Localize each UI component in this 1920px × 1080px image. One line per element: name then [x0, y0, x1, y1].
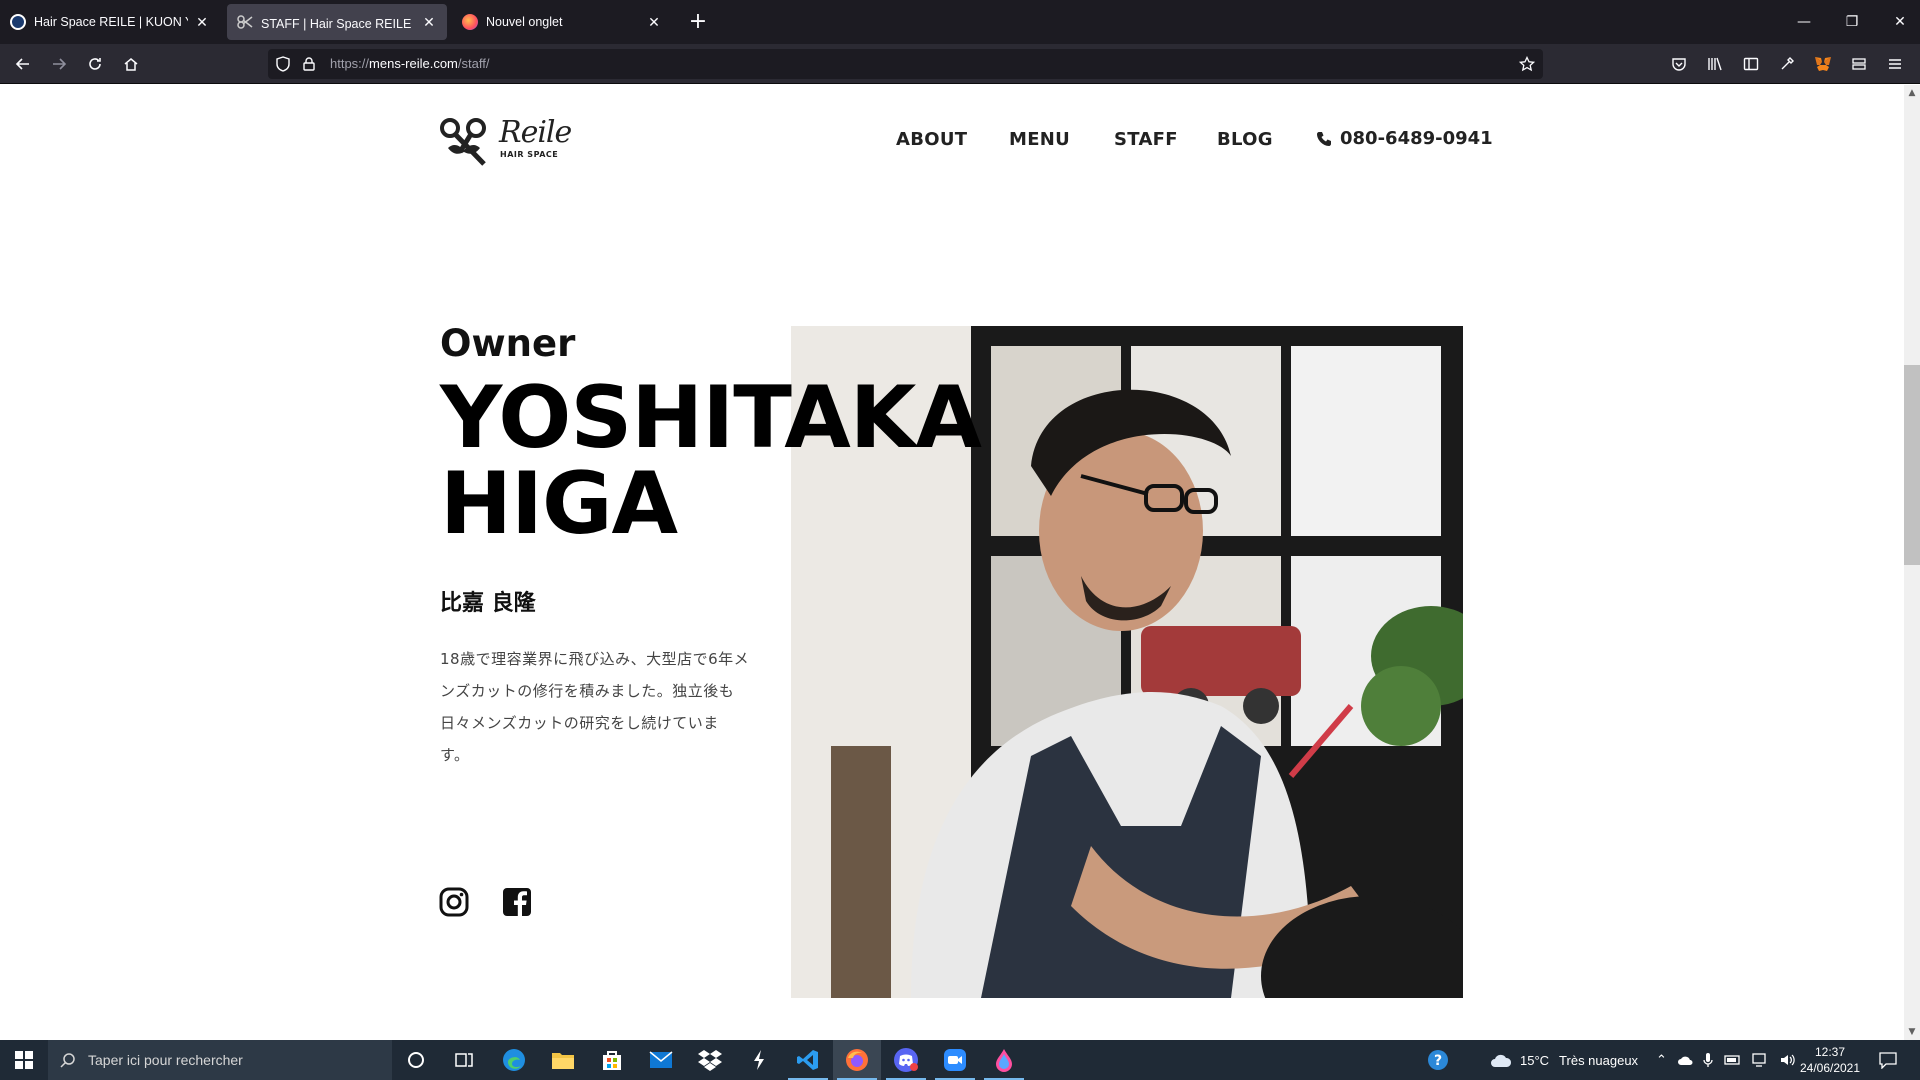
clock-date: 24/06/2021: [1799, 1061, 1861, 1075]
logo-wordmark[interactable]: Reile: [499, 115, 572, 150]
url-path: /staff/: [457, 56, 490, 71]
svg-text:?: ?: [1434, 1053, 1442, 1069]
staff-bio: 18歳で理容業界に飛び込み、大型店で6年メ ンズカットの修行を積みました。独立後…: [440, 643, 760, 771]
help-icon[interactable]: ?: [1414, 1040, 1462, 1080]
nav-menu[interactable]: MENU: [1009, 129, 1070, 150]
phone-link[interactable]: 080-6489-0941: [1316, 128, 1493, 149]
bio-line: ンズカットの修行を積みました。独立後も: [440, 682, 735, 700]
firefox-taskbar-icon[interactable]: [833, 1040, 881, 1080]
nav-staff[interactable]: STAFF: [1114, 129, 1178, 150]
bookmark-star-icon[interactable]: [1518, 55, 1536, 73]
cloud-icon: [1491, 1054, 1512, 1067]
battery-icon[interactable]: [1723, 1054, 1742, 1066]
close-tab-icon[interactable]: ✕: [421, 14, 437, 31]
volume-icon[interactable]: [1780, 1053, 1796, 1067]
url-scheme: https://: [330, 56, 370, 71]
chevron-up-icon[interactable]: ⌃: [1656, 1052, 1667, 1068]
close-window-button[interactable]: ✕: [1876, 0, 1920, 44]
tab-title: STAFF | Hair Space REILE - ヘア: [261, 16, 415, 31]
bio-line: 18歳で理容業界に飛び込み、大型店で6年メ: [440, 650, 750, 668]
start-button[interactable]: [0, 1040, 48, 1080]
dropbox-icon[interactable]: [686, 1040, 734, 1080]
nav-blog[interactable]: BLOG: [1217, 129, 1273, 150]
weather-widget[interactable]: 15°C Très nuageux: [1490, 1040, 1638, 1080]
scroll-down-arrow-icon[interactable]: ▼: [1904, 1024, 1920, 1040]
url-text[interactable]: https://mens-reile.com/staff/: [330, 56, 489, 71]
tab-staff[interactable]: STAFF | Hair Space REILE - ヘア ✕: [227, 4, 447, 40]
minimize-button[interactable]: —: [1780, 0, 1828, 44]
nav-about[interactable]: ABOUT: [896, 129, 967, 150]
search-icon: [60, 1053, 75, 1068]
file-explorer-icon[interactable]: [539, 1040, 587, 1080]
windows-taskbar: Taper ici pour rechercher ? 15°C Très nu…: [0, 1040, 1920, 1080]
weather-temperature: 15°C: [1520, 1052, 1550, 1068]
network-icon[interactable]: [1752, 1053, 1770, 1067]
scrollbar-thumb[interactable]: [1904, 365, 1920, 565]
edge-icon[interactable]: [490, 1040, 538, 1080]
tab-hair-space-kuon[interactable]: Hair Space REILE | KUON YAGI P ✕: [0, 4, 220, 40]
phone-icon: [1317, 131, 1331, 146]
clock[interactable]: 12:37 24/06/2021: [1800, 1040, 1860, 1080]
vscode-icon[interactable]: [784, 1040, 832, 1080]
notifications-icon[interactable]: [1864, 1040, 1912, 1080]
pocket-icon[interactable]: [1665, 50, 1693, 78]
system-tray: ⌃: [1656, 1040, 1796, 1080]
hamburger-menu-icon[interactable]: [1881, 50, 1909, 78]
staff-name-japanese: 比嘉 良隆: [440, 591, 536, 616]
bolt-app-icon[interactable]: [735, 1040, 783, 1080]
back-button[interactable]: [9, 50, 37, 78]
weather-description: Très nuageux: [1559, 1052, 1639, 1068]
clock-time: 12:37: [1814, 1045, 1846, 1059]
site-favicon-icon: [10, 14, 26, 30]
microphone-icon[interactable]: [1703, 1052, 1713, 1068]
address-bar[interactable]: https://mens-reile.com/staff/: [268, 49, 1543, 79]
facebook-icon[interactable]: [502, 887, 532, 917]
forward-button[interactable]: [45, 50, 73, 78]
firefox-icon: [462, 14, 478, 30]
tab-title: Nouvel onglet: [486, 15, 563, 29]
onedrive-icon[interactable]: [1677, 1054, 1693, 1066]
tab-title: Hair Space REILE | KUON YAGI P: [34, 15, 188, 29]
close-tab-icon[interactable]: ✕: [194, 14, 210, 31]
library-icon[interactable]: [1701, 50, 1729, 78]
drop-app-icon[interactable]: [980, 1040, 1028, 1080]
staff-role: Owner: [440, 322, 576, 365]
logo-subtitle: HAIR SPACE: [500, 150, 559, 159]
tab-new[interactable]: Nouvel onglet ✕: [452, 4, 672, 40]
instagram-icon[interactable]: [439, 887, 469, 917]
staff-name: YOSHITAKA HIGA: [440, 368, 982, 554]
shield-icon[interactable]: [274, 55, 292, 73]
sidebar-icon[interactable]: [1737, 50, 1765, 78]
taskbar-search[interactable]: Taper ici pour rechercher: [48, 1040, 392, 1080]
bio-line: す。: [440, 746, 470, 764]
store-icon[interactable]: [588, 1040, 636, 1080]
restore-button[interactable]: ❐: [1828, 0, 1876, 44]
url-host: mens-reile.com: [369, 56, 458, 71]
tab-bar: Hair Space REILE | KUON YAGI P ✕ STAFF |…: [0, 0, 1920, 44]
web-page: Reile HAIR SPACE ABOUT MENU STAFF BLOG 0…: [0, 85, 1904, 1040]
home-button[interactable]: [117, 50, 145, 78]
phone-number: 080-6489-0941: [1340, 128, 1493, 149]
eyedropper-icon[interactable]: [1773, 50, 1801, 78]
lock-icon[interactable]: [300, 55, 318, 73]
mail-icon[interactable]: [637, 1040, 685, 1080]
close-tab-icon[interactable]: ✕: [646, 14, 662, 31]
scroll-up-arrow-icon[interactable]: ▲: [1904, 85, 1920, 101]
windows-logo-icon: [15, 1051, 33, 1069]
metamask-fox-icon[interactable]: [1809, 50, 1837, 78]
extension-icon[interactable]: [1845, 50, 1873, 78]
cortana-icon[interactable]: [392, 1040, 440, 1080]
reload-button[interactable]: [81, 50, 109, 78]
scissors-favicon-icon: [237, 14, 253, 30]
search-placeholder: Taper ici pour rechercher: [88, 1052, 243, 1068]
new-tab-button[interactable]: +: [684, 8, 712, 36]
discord-icon[interactable]: [882, 1040, 930, 1080]
navigation-toolbar: https://mens-reile.com/staff/: [0, 44, 1920, 84]
zoom-icon[interactable]: [931, 1040, 979, 1080]
bio-line: 日々メンズカットの研究をし続けていま: [440, 714, 719, 732]
task-view-icon[interactable]: [440, 1040, 488, 1080]
scissors-mustache-icon: [440, 118, 486, 166]
